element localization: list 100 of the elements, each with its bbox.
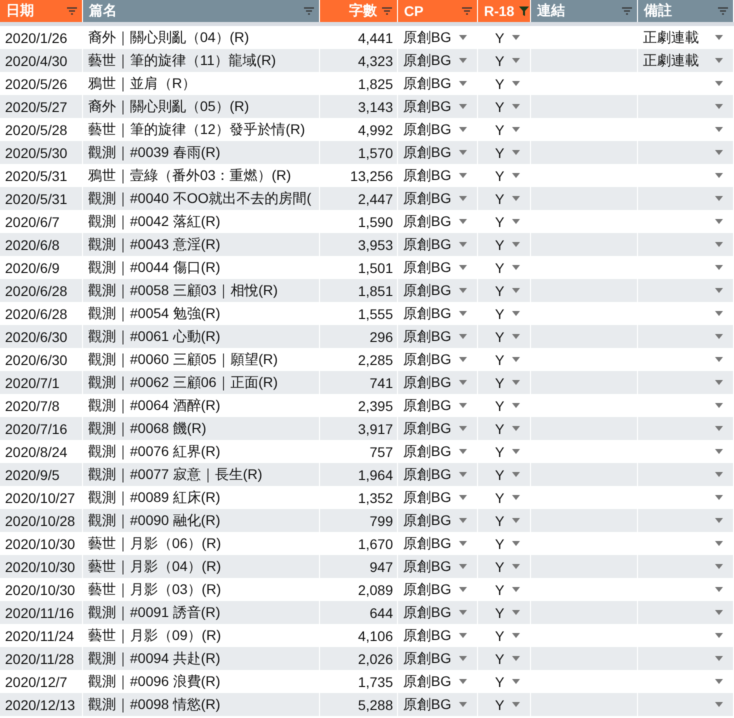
dropdown-arrow-icon[interactable] <box>715 633 723 638</box>
dropdown-arrow-icon[interactable] <box>459 35 467 40</box>
column-header[interactable]: CP <box>398 0 478 22</box>
dropdown-arrow-icon[interactable] <box>715 587 723 592</box>
filter-icon[interactable] <box>303 5 315 17</box>
column-header[interactable]: 連結 <box>531 0 638 22</box>
dropdown-arrow-icon[interactable] <box>459 357 467 362</box>
dropdown-arrow-icon[interactable] <box>459 403 467 408</box>
dropdown-arrow-icon[interactable] <box>512 35 520 40</box>
column-header[interactable]: 篇名 <box>83 0 320 22</box>
filter-icon[interactable] <box>717 5 729 17</box>
column-header[interactable]: 日期 <box>0 0 83 22</box>
dropdown-arrow-icon[interactable] <box>715 403 723 408</box>
column-header[interactable]: 備註 <box>638 0 734 22</box>
dropdown-arrow-icon[interactable] <box>459 334 467 339</box>
dropdown-arrow-icon[interactable] <box>512 196 520 201</box>
dropdown-arrow-icon[interactable] <box>715 127 723 132</box>
dropdown-arrow-icon[interactable] <box>512 518 520 523</box>
dropdown-arrow-icon[interactable] <box>715 196 723 201</box>
dropdown-arrow-icon[interactable] <box>512 288 520 293</box>
dropdown-arrow-icon[interactable] <box>715 35 723 40</box>
dropdown-arrow-icon[interactable] <box>459 173 467 178</box>
filter-icon[interactable] <box>461 5 473 17</box>
dropdown-arrow-icon[interactable] <box>459 219 467 224</box>
dropdown-arrow-icon[interactable] <box>459 633 467 638</box>
dropdown-arrow-icon[interactable] <box>715 449 723 454</box>
dropdown-arrow-icon[interactable] <box>512 104 520 109</box>
dropdown-arrow-icon[interactable] <box>459 495 467 500</box>
dropdown-arrow-icon[interactable] <box>715 334 723 339</box>
dropdown-arrow-icon[interactable] <box>459 196 467 201</box>
dropdown-arrow-icon[interactable] <box>715 150 723 155</box>
dropdown-arrow-icon[interactable] <box>715 173 723 178</box>
dropdown-arrow-icon[interactable] <box>459 380 467 385</box>
dropdown-arrow-icon[interactable] <box>715 679 723 684</box>
dropdown-arrow-icon[interactable] <box>715 564 723 569</box>
dropdown-arrow-icon[interactable] <box>715 472 723 477</box>
dropdown-arrow-icon[interactable] <box>715 242 723 247</box>
dropdown-arrow-icon[interactable] <box>512 127 520 132</box>
dropdown-arrow-icon[interactable] <box>512 311 520 316</box>
dropdown-arrow-icon[interactable] <box>715 288 723 293</box>
dropdown-arrow-icon[interactable] <box>512 541 520 546</box>
dropdown-arrow-icon[interactable] <box>459 426 467 431</box>
dropdown-arrow-icon[interactable] <box>459 472 467 477</box>
dropdown-arrow-icon[interactable] <box>459 150 467 155</box>
dropdown-arrow-icon[interactable] <box>512 587 520 592</box>
filter-icon[interactable] <box>66 5 78 17</box>
dropdown-arrow-icon[interactable] <box>715 219 723 224</box>
dropdown-arrow-icon[interactable] <box>459 265 467 270</box>
filter-icon[interactable] <box>381 5 393 17</box>
dropdown-arrow-icon[interactable] <box>459 81 467 86</box>
dropdown-arrow-icon[interactable] <box>459 58 467 63</box>
dropdown-arrow-icon[interactable] <box>715 656 723 661</box>
column-header[interactable]: R-18 <box>478 0 531 22</box>
dropdown-arrow-icon[interactable] <box>715 81 723 86</box>
dropdown-arrow-icon[interactable] <box>459 541 467 546</box>
dropdown-arrow-icon[interactable] <box>715 357 723 362</box>
dropdown-arrow-icon[interactable] <box>512 150 520 155</box>
dropdown-arrow-icon[interactable] <box>459 311 467 316</box>
dropdown-arrow-icon[interactable] <box>512 265 520 270</box>
dropdown-arrow-icon[interactable] <box>512 380 520 385</box>
dropdown-arrow-icon[interactable] <box>715 426 723 431</box>
dropdown-arrow-icon[interactable] <box>715 702 723 707</box>
dropdown-arrow-icon[interactable] <box>459 449 467 454</box>
dropdown-arrow-icon[interactable] <box>512 702 520 707</box>
dropdown-arrow-icon[interactable] <box>715 495 723 500</box>
dropdown-arrow-icon[interactable] <box>715 265 723 270</box>
dropdown-arrow-icon[interactable] <box>459 127 467 132</box>
dropdown-arrow-icon[interactable] <box>715 380 723 385</box>
dropdown-arrow-icon[interactable] <box>715 610 723 615</box>
dropdown-arrow-icon[interactable] <box>459 656 467 661</box>
dropdown-arrow-icon[interactable] <box>715 541 723 546</box>
dropdown-arrow-icon[interactable] <box>512 495 520 500</box>
dropdown-arrow-icon[interactable] <box>715 104 723 109</box>
dropdown-arrow-icon[interactable] <box>512 633 520 638</box>
dropdown-arrow-icon[interactable] <box>459 242 467 247</box>
dropdown-arrow-icon[interactable] <box>512 357 520 362</box>
dropdown-arrow-icon[interactable] <box>459 587 467 592</box>
dropdown-arrow-icon[interactable] <box>512 449 520 454</box>
dropdown-arrow-icon[interactable] <box>512 472 520 477</box>
dropdown-arrow-icon[interactable] <box>512 58 520 63</box>
dropdown-arrow-icon[interactable] <box>459 288 467 293</box>
dropdown-arrow-icon[interactable] <box>512 242 520 247</box>
dropdown-arrow-icon[interactable] <box>512 564 520 569</box>
filter-icon[interactable] <box>621 5 633 17</box>
dropdown-arrow-icon[interactable] <box>459 702 467 707</box>
dropdown-arrow-icon[interactable] <box>512 334 520 339</box>
dropdown-arrow-icon[interactable] <box>459 610 467 615</box>
dropdown-arrow-icon[interactable] <box>459 679 467 684</box>
column-header[interactable]: 字數 <box>320 0 398 22</box>
dropdown-arrow-icon[interactable] <box>715 311 723 316</box>
dropdown-arrow-icon[interactable] <box>715 518 723 523</box>
dropdown-arrow-icon[interactable] <box>459 564 467 569</box>
dropdown-arrow-icon[interactable] <box>715 58 723 63</box>
dropdown-arrow-icon[interactable] <box>459 104 467 109</box>
funnel-icon[interactable] <box>518 5 530 17</box>
dropdown-arrow-icon[interactable] <box>512 610 520 615</box>
dropdown-arrow-icon[interactable] <box>512 173 520 178</box>
dropdown-arrow-icon[interactable] <box>512 219 520 224</box>
dropdown-arrow-icon[interactable] <box>512 81 520 86</box>
dropdown-arrow-icon[interactable] <box>512 403 520 408</box>
